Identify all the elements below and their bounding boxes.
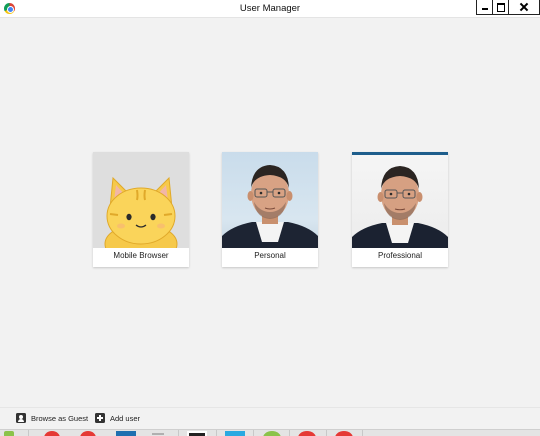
taskbar-app-icon[interactable]: [4, 431, 14, 436]
taskbar-app-icon[interactable]: [263, 431, 281, 436]
profile-name: Professional: [377, 251, 423, 260]
add-user-button[interactable]: Add user: [95, 413, 140, 423]
taskbar-app-icon[interactable]: [152, 433, 164, 435]
maximize-button[interactable]: [493, 0, 509, 14]
taskbar-divider: [178, 430, 179, 436]
taskbar-app-icon[interactable]: [335, 431, 353, 436]
window-title: User Manager: [239, 3, 301, 14]
taskbar-divider: [253, 430, 254, 436]
browse-as-guest-label: Browse as Guest: [31, 413, 89, 423]
browse-as-guest-button[interactable]: Browse as Guest: [16, 413, 88, 423]
add-user-label: Add user: [110, 413, 141, 423]
add-icon: [95, 413, 105, 423]
window-controls: [476, 0, 540, 15]
profile-list: Mobile Browser Personal Professional: [0, 152, 540, 268]
person-photo: [222, 152, 318, 248]
taskbar: [0, 429, 540, 436]
taskbar-divider: [289, 430, 290, 436]
taskbar-app-icon[interactable]: [187, 431, 207, 436]
taskbar-divider: [216, 430, 217, 436]
taskbar-app-icon[interactable]: [298, 431, 316, 436]
profile-name: Mobile Browser: [113, 251, 169, 260]
minimize-button[interactable]: [477, 0, 493, 14]
person-photo: [352, 155, 448, 248]
taskbar-divider: [326, 430, 327, 436]
profile-card-professional[interactable]: Professional: [352, 152, 448, 267]
profile-card-mobile-browser[interactable]: Mobile Browser: [93, 152, 189, 267]
guest-person-icon: [16, 413, 26, 423]
taskbar-app-icon[interactable]: [80, 431, 96, 436]
taskbar-app-icon[interactable]: [116, 431, 136, 436]
taskbar-app-icon[interactable]: [44, 431, 60, 436]
profile-name: Personal: [254, 251, 286, 260]
footer-actions: Browse as Guest Add user: [0, 407, 540, 429]
profile-card-personal[interactable]: Personal: [222, 152, 318, 267]
cat-avatar-icon: [93, 152, 189, 248]
taskbar-app-icon[interactable]: [225, 431, 245, 436]
taskbar-divider: [28, 430, 29, 436]
title-bar: User Manager: [0, 0, 540, 18]
close-button[interactable]: [509, 0, 539, 14]
taskbar-divider: [362, 430, 363, 436]
